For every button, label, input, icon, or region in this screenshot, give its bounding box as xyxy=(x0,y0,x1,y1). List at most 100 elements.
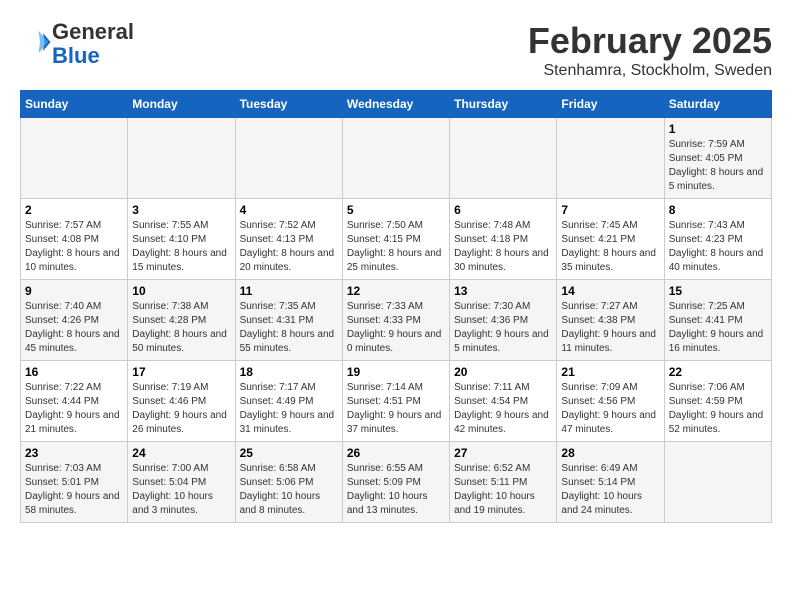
day-info: Sunrise: 7:30 AM Sunset: 4:36 PM Dayligh… xyxy=(454,300,552,356)
page-header: General Blue February 2025 Stenhamra, St… xyxy=(20,20,772,80)
day-number: 18 xyxy=(240,365,338,379)
calendar-table: SundayMondayTuesdayWednesdayThursdayFrid… xyxy=(20,90,772,523)
day-info: Sunrise: 7:45 AM Sunset: 4:21 PM Dayligh… xyxy=(561,219,659,275)
day-info: Sunrise: 7:52 AM Sunset: 4:13 PM Dayligh… xyxy=(240,219,338,275)
calendar-cell: 3Sunrise: 7:55 AM Sunset: 4:10 PM Daylig… xyxy=(128,199,235,280)
day-number: 2 xyxy=(25,203,123,217)
weekday-header: Saturday xyxy=(664,91,771,118)
day-info: Sunrise: 7:17 AM Sunset: 4:49 PM Dayligh… xyxy=(240,381,338,437)
calendar-week-row: 16Sunrise: 7:22 AM Sunset: 4:44 PM Dayli… xyxy=(21,361,772,442)
logo-text: General Blue xyxy=(52,20,134,68)
day-info: Sunrise: 7:38 AM Sunset: 4:28 PM Dayligh… xyxy=(132,300,230,356)
day-number: 10 xyxy=(132,284,230,298)
day-info: Sunrise: 6:55 AM Sunset: 5:09 PM Dayligh… xyxy=(347,462,445,518)
day-number: 15 xyxy=(669,284,767,298)
calendar-cell: 12Sunrise: 7:33 AM Sunset: 4:33 PM Dayli… xyxy=(342,280,449,361)
month-title: February 2025 xyxy=(528,20,772,62)
day-info: Sunrise: 7:40 AM Sunset: 4:26 PM Dayligh… xyxy=(25,300,123,356)
calendar-cell: 2 Sunrise: 7:57 AM Sunset: 4:08 PM Daylig… xyxy=(21,199,128,280)
location-title: Stenhamra, Stockholm, Sweden xyxy=(528,62,772,80)
calendar-cell: 23Sunrise: 7:03 AM Sunset: 5:01 PM Dayli… xyxy=(21,442,128,523)
weekday-header: Wednesday xyxy=(342,91,449,118)
day-number: 22 xyxy=(669,365,767,379)
calendar-cell: 22 Sunrise: 7:06 AM Sunset: 4:59 PM Dayli… xyxy=(664,361,771,442)
calendar-cell xyxy=(342,118,449,199)
day-number: 26 xyxy=(347,446,445,460)
day-info: Sunrise: 7:11 AM Sunset: 4:54 PM Dayligh… xyxy=(454,381,552,437)
day-number: 3 xyxy=(132,203,230,217)
day-info: Sunrise: 6:52 AM Sunset: 5:11 PM Dayligh… xyxy=(454,462,552,518)
day-info: Sunrise: 6:49 AM Sunset: 5:14 PM Dayligh… xyxy=(561,462,659,518)
calendar-cell: 28 Sunrise: 6:49 AM Sunset: 5:14 PM Dayli… xyxy=(557,442,664,523)
day-number: 17 xyxy=(132,365,230,379)
weekday-header: Friday xyxy=(557,91,664,118)
calendar-cell: 11Sunrise: 7:35 AM Sunset: 4:31 PM Dayli… xyxy=(235,280,342,361)
day-number: 20 xyxy=(454,365,552,379)
calendar-cell: 13 Sunrise: 7:30 AM Sunset: 4:36 PM Dayli… xyxy=(450,280,557,361)
day-info: Sunrise: 7:06 AM Sunset: 4:59 PM Dayligh… xyxy=(669,381,767,437)
logo-icon xyxy=(22,27,52,57)
calendar-cell: 21 Sunrise: 7:09 AM Sunset: 4:56 PM Dayli… xyxy=(557,361,664,442)
weekday-header: Sunday xyxy=(21,91,128,118)
logo-blue: Blue xyxy=(52,43,100,68)
day-info: Sunrise: 7:14 AM Sunset: 4:51 PM Dayligh… xyxy=(347,381,445,437)
weekday-header: Tuesday xyxy=(235,91,342,118)
calendar-cell xyxy=(21,118,128,199)
day-number: 27 xyxy=(454,446,552,460)
calendar-week-row: 1 Sunrise: 7:59 AM Sunset: 4:05 PM Daylig… xyxy=(21,118,772,199)
calendar-cell: 1 Sunrise: 7:59 AM Sunset: 4:05 PM Daylig… xyxy=(664,118,771,199)
calendar-cell: 26 Sunrise: 6:55 AM Sunset: 5:09 PM Dayli… xyxy=(342,442,449,523)
day-number: 21 xyxy=(561,365,659,379)
day-number: 25 xyxy=(240,446,338,460)
calendar-cell: 18 Sunrise: 7:17 AM Sunset: 4:49 PM Dayli… xyxy=(235,361,342,442)
weekday-header: Monday xyxy=(128,91,235,118)
day-info: Sunrise: 7:43 AM Sunset: 4:23 PM Dayligh… xyxy=(669,219,767,275)
day-number: 13 xyxy=(454,284,552,298)
calendar-cell: 6 Sunrise: 7:48 AM Sunset: 4:18 PM Daylig… xyxy=(450,199,557,280)
day-info: Sunrise: 7:19 AM Sunset: 4:46 PM Dayligh… xyxy=(132,381,230,437)
calendar-cell xyxy=(128,118,235,199)
day-number: 9 xyxy=(25,284,123,298)
day-number: 14 xyxy=(561,284,659,298)
calendar-week-row: 2 Sunrise: 7:57 AM Sunset: 4:08 PM Daylig… xyxy=(21,199,772,280)
calendar-cell: 27 Sunrise: 6:52 AM Sunset: 5:11 PM Dayli… xyxy=(450,442,557,523)
day-number: 8 xyxy=(669,203,767,217)
day-info: Sunrise: 7:48 AM Sunset: 4:18 PM Dayligh… xyxy=(454,219,552,275)
calendar-cell: 10 Sunrise: 7:38 AM Sunset: 4:28 PM Dayli… xyxy=(128,280,235,361)
day-info: Sunrise: 7:27 AM Sunset: 4:38 PM Dayligh… xyxy=(561,300,659,356)
calendar-week-row: 9 Sunrise: 7:40 AM Sunset: 4:26 PM Daylig… xyxy=(21,280,772,361)
calendar-week-row: 23Sunrise: 7:03 AM Sunset: 5:01 PM Dayli… xyxy=(21,442,772,523)
day-info: Sunrise: 7:09 AM Sunset: 4:56 PM Dayligh… xyxy=(561,381,659,437)
day-info: Sunrise: 6:58 AM Sunset: 5:06 PM Dayligh… xyxy=(240,462,338,518)
day-number: 11 xyxy=(240,284,338,298)
day-number: 12 xyxy=(347,284,445,298)
calendar-cell: 5 Sunrise: 7:50 AM Sunset: 4:15 PM Daylig… xyxy=(342,199,449,280)
calendar-cell: 7 Sunrise: 7:45 AM Sunset: 4:21 PM Daylig… xyxy=(557,199,664,280)
day-info: Sunrise: 7:50 AM Sunset: 4:15 PM Dayligh… xyxy=(347,219,445,275)
calendar-cell: 15 Sunrise: 7:25 AM Sunset: 4:41 PM Dayli… xyxy=(664,280,771,361)
day-number: 4 xyxy=(240,203,338,217)
day-number: 1 xyxy=(669,122,767,136)
day-number: 28 xyxy=(561,446,659,460)
calendar-cell: 16Sunrise: 7:22 AM Sunset: 4:44 PM Dayli… xyxy=(21,361,128,442)
calendar-cell: 14 Sunrise: 7:27 AM Sunset: 4:38 PM Dayli… xyxy=(557,280,664,361)
calendar-cell: 4 Sunrise: 7:52 AM Sunset: 4:13 PM Daylig… xyxy=(235,199,342,280)
calendar-cell: 17 Sunrise: 7:19 AM Sunset: 4:46 PM Dayli… xyxy=(128,361,235,442)
day-info: Sunrise: 7:57 AM Sunset: 4:08 PM Dayligh… xyxy=(25,219,123,275)
calendar-cell: 8 Sunrise: 7:43 AM Sunset: 4:23 PM Daylig… xyxy=(664,199,771,280)
calendar-cell xyxy=(557,118,664,199)
day-number: 5 xyxy=(347,203,445,217)
calendar-cell: 19Sunrise: 7:14 AM Sunset: 4:51 PM Dayli… xyxy=(342,361,449,442)
day-info: Sunrise: 7:25 AM Sunset: 4:41 PM Dayligh… xyxy=(669,300,767,356)
day-number: 24 xyxy=(132,446,230,460)
day-number: 6 xyxy=(454,203,552,217)
calendar-cell: 9 Sunrise: 7:40 AM Sunset: 4:26 PM Daylig… xyxy=(21,280,128,361)
day-info: Sunrise: 7:00 AM Sunset: 5:04 PM Dayligh… xyxy=(132,462,230,518)
day-info: Sunrise: 7:59 AM Sunset: 4:05 PM Dayligh… xyxy=(669,138,767,194)
title-area: February 2025 Stenhamra, Stockholm, Swed… xyxy=(528,20,772,80)
day-number: 7 xyxy=(561,203,659,217)
day-info: Sunrise: 7:22 AM Sunset: 4:44 PM Dayligh… xyxy=(25,381,123,437)
calendar-cell: 24 Sunrise: 7:00 AM Sunset: 5:04 PM Dayli… xyxy=(128,442,235,523)
logo-general: General xyxy=(52,19,134,44)
day-number: 23 xyxy=(25,446,123,460)
